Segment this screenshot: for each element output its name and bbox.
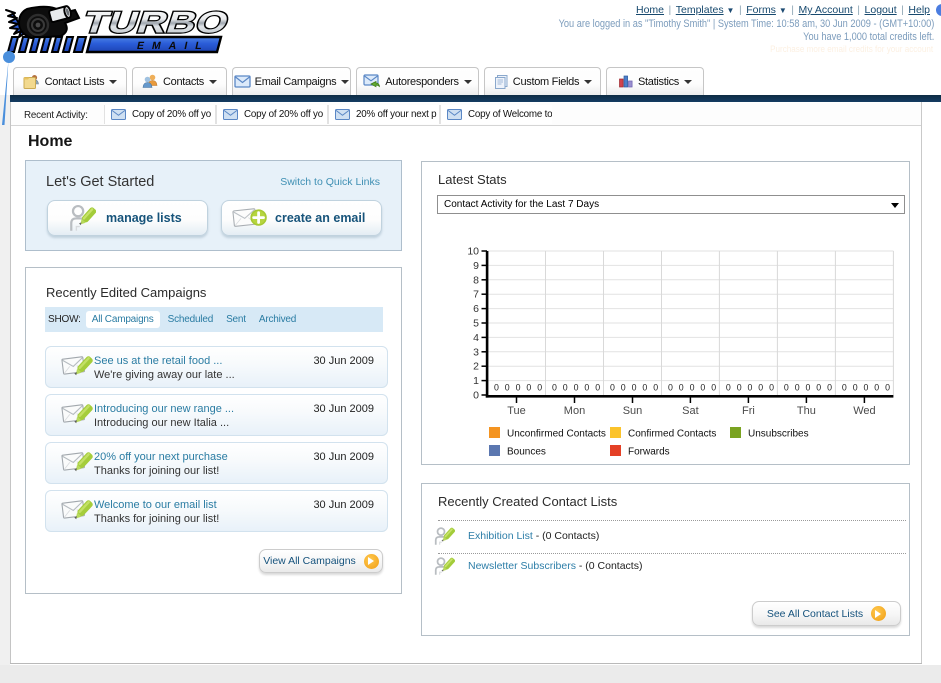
svg-text:0: 0 bbox=[842, 383, 847, 393]
svg-text:8: 8 bbox=[473, 274, 479, 286]
svg-text:9: 9 bbox=[473, 260, 479, 272]
svg-text:Confirmed Contacts: Confirmed Contacts bbox=[628, 429, 716, 440]
svg-text:0: 0 bbox=[769, 383, 774, 393]
svg-text:0: 0 bbox=[653, 383, 658, 393]
svg-text:0: 0 bbox=[711, 383, 716, 393]
svg-text:0: 0 bbox=[595, 383, 600, 393]
svg-text:TURBO: TURBO bbox=[79, 6, 234, 40]
svg-text:6: 6 bbox=[473, 303, 479, 315]
svg-text:0: 0 bbox=[574, 383, 579, 393]
svg-text:0: 0 bbox=[642, 383, 647, 393]
svg-text:0: 0 bbox=[537, 383, 542, 393]
svg-text:0: 0 bbox=[679, 383, 684, 393]
svg-text:10: 10 bbox=[467, 246, 479, 258]
svg-text:0: 0 bbox=[621, 383, 626, 393]
svg-text:0: 0 bbox=[726, 383, 731, 393]
svg-text:Mon: Mon bbox=[564, 405, 585, 417]
svg-text:0: 0 bbox=[700, 383, 705, 393]
svg-text:Sun: Sun bbox=[623, 405, 643, 417]
svg-text:0: 0 bbox=[827, 383, 832, 393]
svg-text:0: 0 bbox=[758, 383, 763, 393]
svg-text:0: 0 bbox=[737, 383, 742, 393]
svg-text:Unconfirmed Contacts: Unconfirmed Contacts bbox=[507, 429, 606, 440]
svg-text:0: 0 bbox=[584, 383, 589, 393]
svg-text:0: 0 bbox=[795, 383, 800, 393]
svg-text:0: 0 bbox=[784, 383, 789, 393]
svg-text:0: 0 bbox=[874, 383, 879, 393]
svg-text:Forwards: Forwards bbox=[628, 447, 670, 458]
svg-text:Fri: Fri bbox=[742, 405, 755, 417]
svg-text:0: 0 bbox=[885, 383, 890, 393]
svg-text:0: 0 bbox=[816, 383, 821, 393]
svg-text:0: 0 bbox=[552, 383, 557, 393]
svg-text:Sat: Sat bbox=[682, 405, 699, 417]
svg-text:Wed: Wed bbox=[853, 405, 875, 417]
svg-text:0: 0 bbox=[668, 383, 673, 393]
svg-text:0: 0 bbox=[690, 383, 695, 393]
svg-text:0: 0 bbox=[853, 383, 858, 393]
svg-text:0: 0 bbox=[864, 383, 869, 393]
svg-text:Tue: Tue bbox=[507, 405, 526, 417]
svg-text:0: 0 bbox=[505, 383, 510, 393]
svg-text:0: 0 bbox=[473, 390, 479, 402]
svg-text:0: 0 bbox=[494, 383, 499, 393]
svg-text:Bounces: Bounces bbox=[507, 447, 546, 458]
svg-text:0: 0 bbox=[526, 383, 531, 393]
svg-text:7: 7 bbox=[473, 289, 479, 301]
svg-text:0: 0 bbox=[516, 383, 521, 393]
svg-text:Thu: Thu bbox=[797, 405, 816, 417]
svg-text:0: 0 bbox=[806, 383, 811, 393]
svg-text:0: 0 bbox=[632, 383, 637, 393]
svg-text:0: 0 bbox=[748, 383, 753, 393]
svg-text:EMAIL: EMAIL bbox=[136, 40, 211, 52]
svg-text:3: 3 bbox=[473, 346, 479, 358]
svg-text:2: 2 bbox=[473, 361, 479, 373]
svg-text:Unsubscribes: Unsubscribes bbox=[748, 429, 809, 440]
svg-text:4: 4 bbox=[473, 332, 479, 344]
svg-text:0: 0 bbox=[610, 383, 615, 393]
svg-text:0: 0 bbox=[563, 383, 568, 393]
svg-text:1: 1 bbox=[473, 375, 479, 387]
svg-text:5: 5 bbox=[473, 318, 479, 330]
